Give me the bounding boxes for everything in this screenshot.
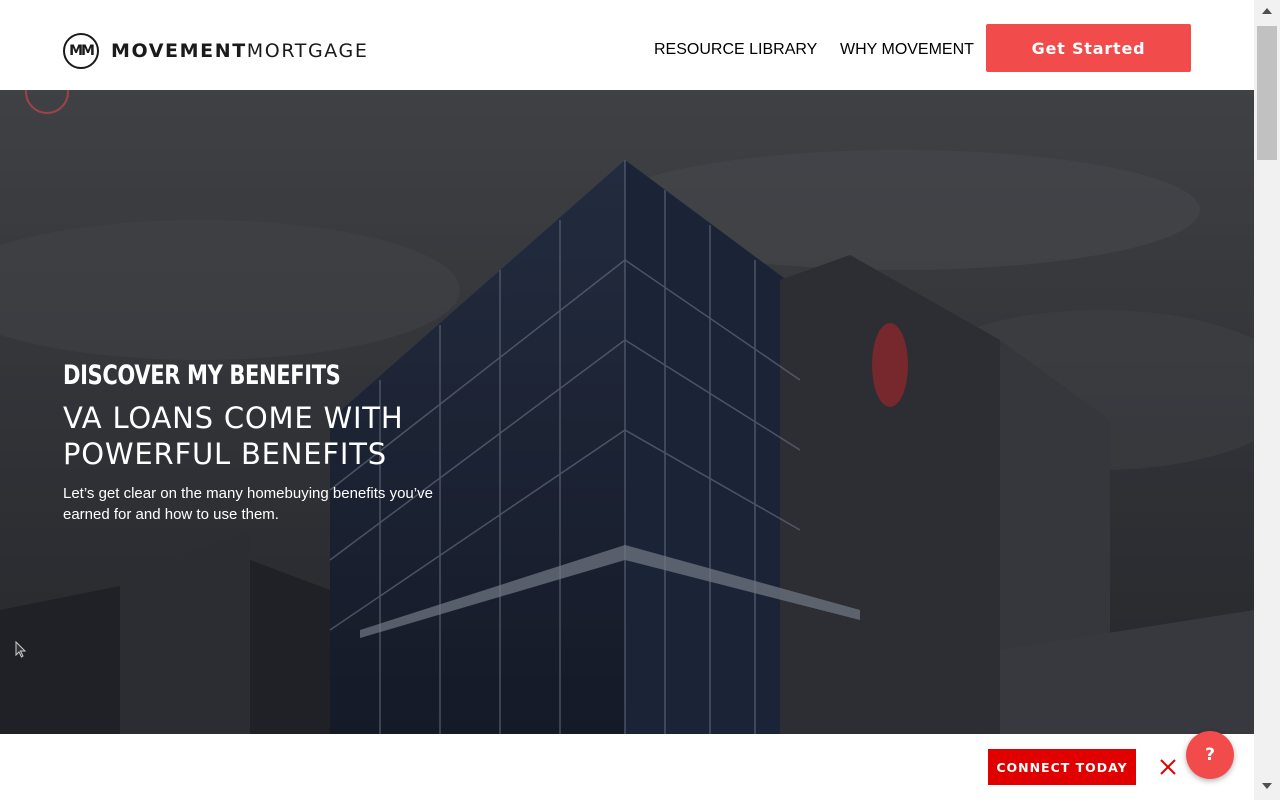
hero-subtitle: Let’s get clear on the many homebuying b… bbox=[63, 485, 433, 523]
help-icon[interactable]: ? bbox=[1186, 731, 1234, 779]
logo[interactable]: MM MOVEMENTMORTGAGE bbox=[63, 33, 368, 69]
logo-mark-text: MM bbox=[69, 43, 95, 59]
close-icon[interactable] bbox=[1158, 757, 1178, 777]
hero-title: VA LOANS COME WITH POWERFUL BENEFITS bbox=[63, 401, 404, 471]
page-scrollbar[interactable] bbox=[1254, 0, 1280, 800]
scroll-up-arrow-icon[interactable] bbox=[1262, 8, 1272, 14]
hero-banner: DISCOVER MY BENEFITS VA LOANS COME WITH … bbox=[0, 90, 1254, 734]
logo-light-text: MORTGAGE bbox=[246, 40, 369, 62]
cursor-icon bbox=[15, 640, 27, 658]
logo-wordmark: MOVEMENTMORTGAGE bbox=[111, 40, 368, 62]
nav-why-movement[interactable]: WHY MOVEMENT bbox=[840, 41, 974, 59]
bottom-connect-bar: CONNECT TODAY bbox=[0, 734, 1254, 800]
scroll-thumb[interactable] bbox=[1257, 26, 1277, 160]
nav-resource-library[interactable]: RESOURCE LIBRARY bbox=[654, 41, 817, 59]
connect-today-button[interactable]: CONNECT TODAY bbox=[988, 749, 1136, 785]
get-started-button[interactable]: Get Started bbox=[986, 24, 1191, 72]
scroll-down-arrow-icon[interactable] bbox=[1262, 783, 1272, 789]
hero-eyebrow: DISCOVER MY BENEFITS bbox=[63, 360, 341, 391]
logo-bold-text: MOVEMENT bbox=[111, 40, 247, 62]
site-header: MM MOVEMENTMORTGAGE RESOURCE LIBRARY WHY… bbox=[0, 0, 1254, 90]
logo-icon: MM bbox=[63, 33, 99, 69]
